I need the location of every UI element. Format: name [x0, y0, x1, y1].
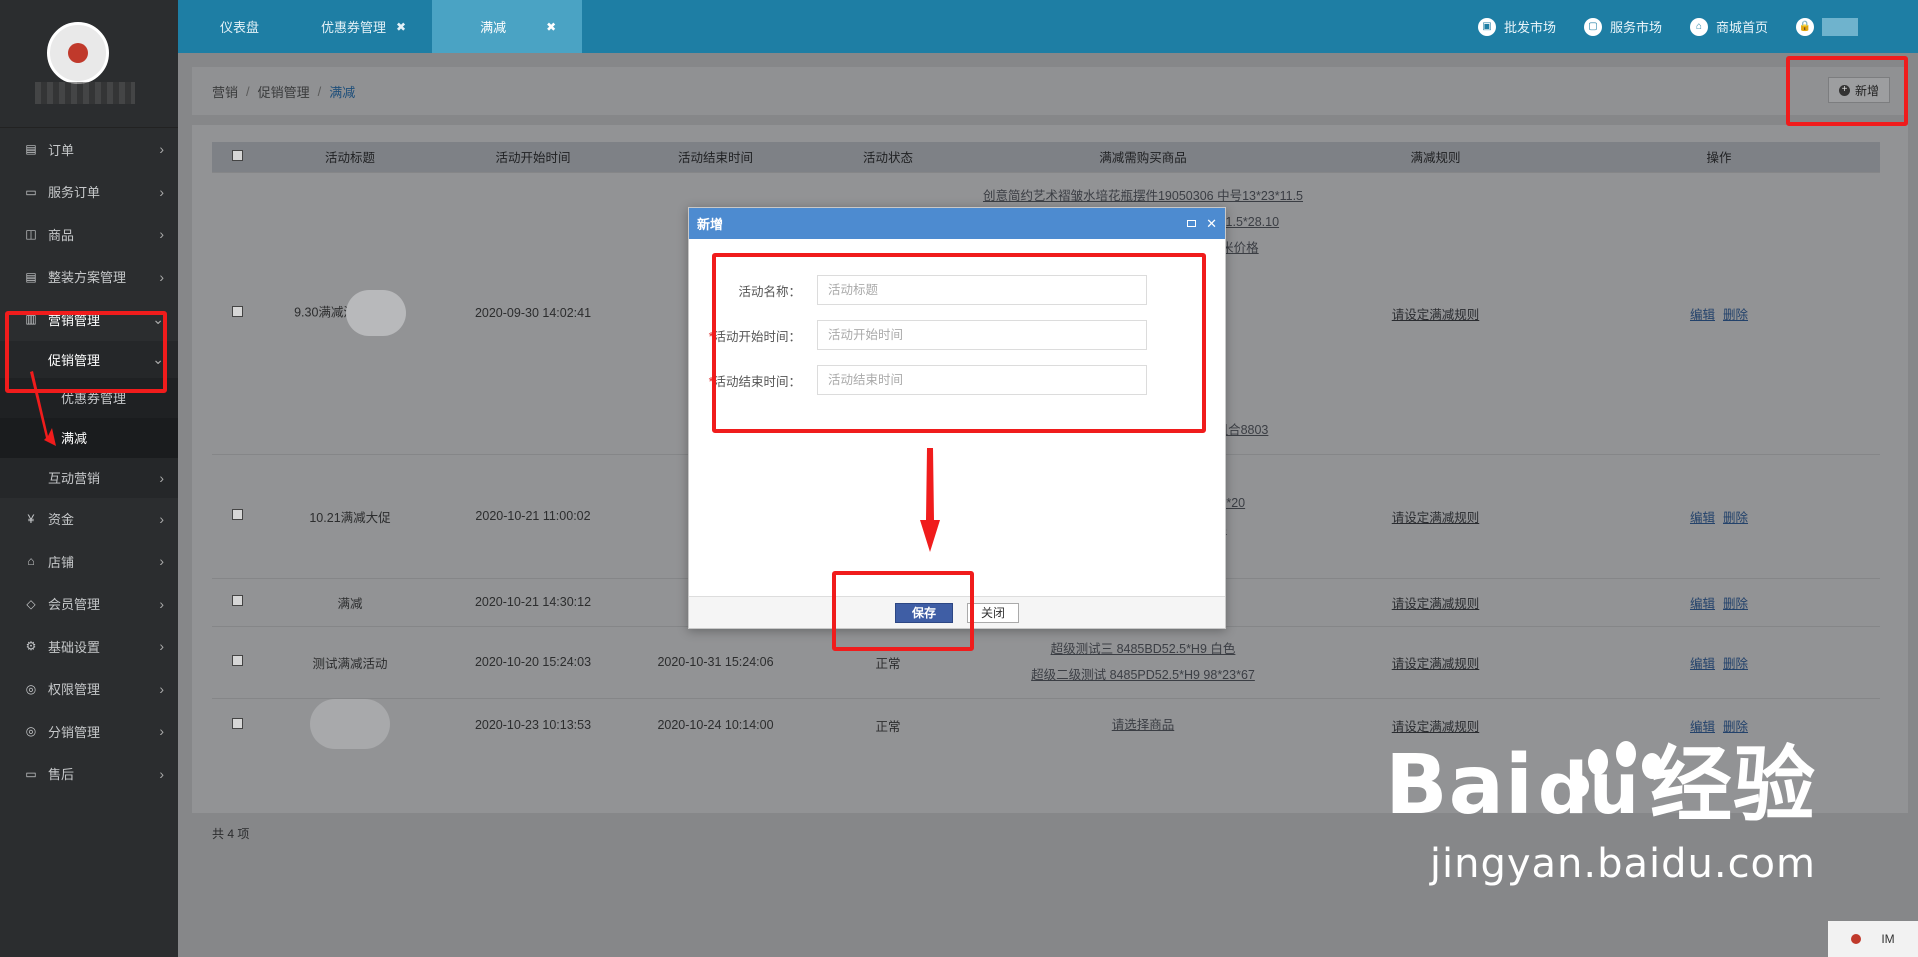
watermark-brand: Baidu 经验 — [1385, 745, 1816, 827]
im-logo-icon — [1851, 934, 1862, 944]
watermark-url: jingyan.baidu.com — [1429, 841, 1816, 887]
watermark-du-logo: du — [1538, 748, 1640, 830]
annotation-arrow-dialog — [920, 448, 940, 552]
watermark-brand-text-2: 经验 — [1649, 738, 1816, 833]
annotation-arrow-sidebar — [30, 371, 56, 446]
im-widget[interactable]: IM — [1828, 921, 1918, 957]
baidu-watermark: Baidu 经验 jingyan.baidu.com — [1385, 745, 1816, 888]
watermark-brand-text: Bai — [1385, 738, 1535, 833]
im-label: IM — [1881, 932, 1895, 946]
